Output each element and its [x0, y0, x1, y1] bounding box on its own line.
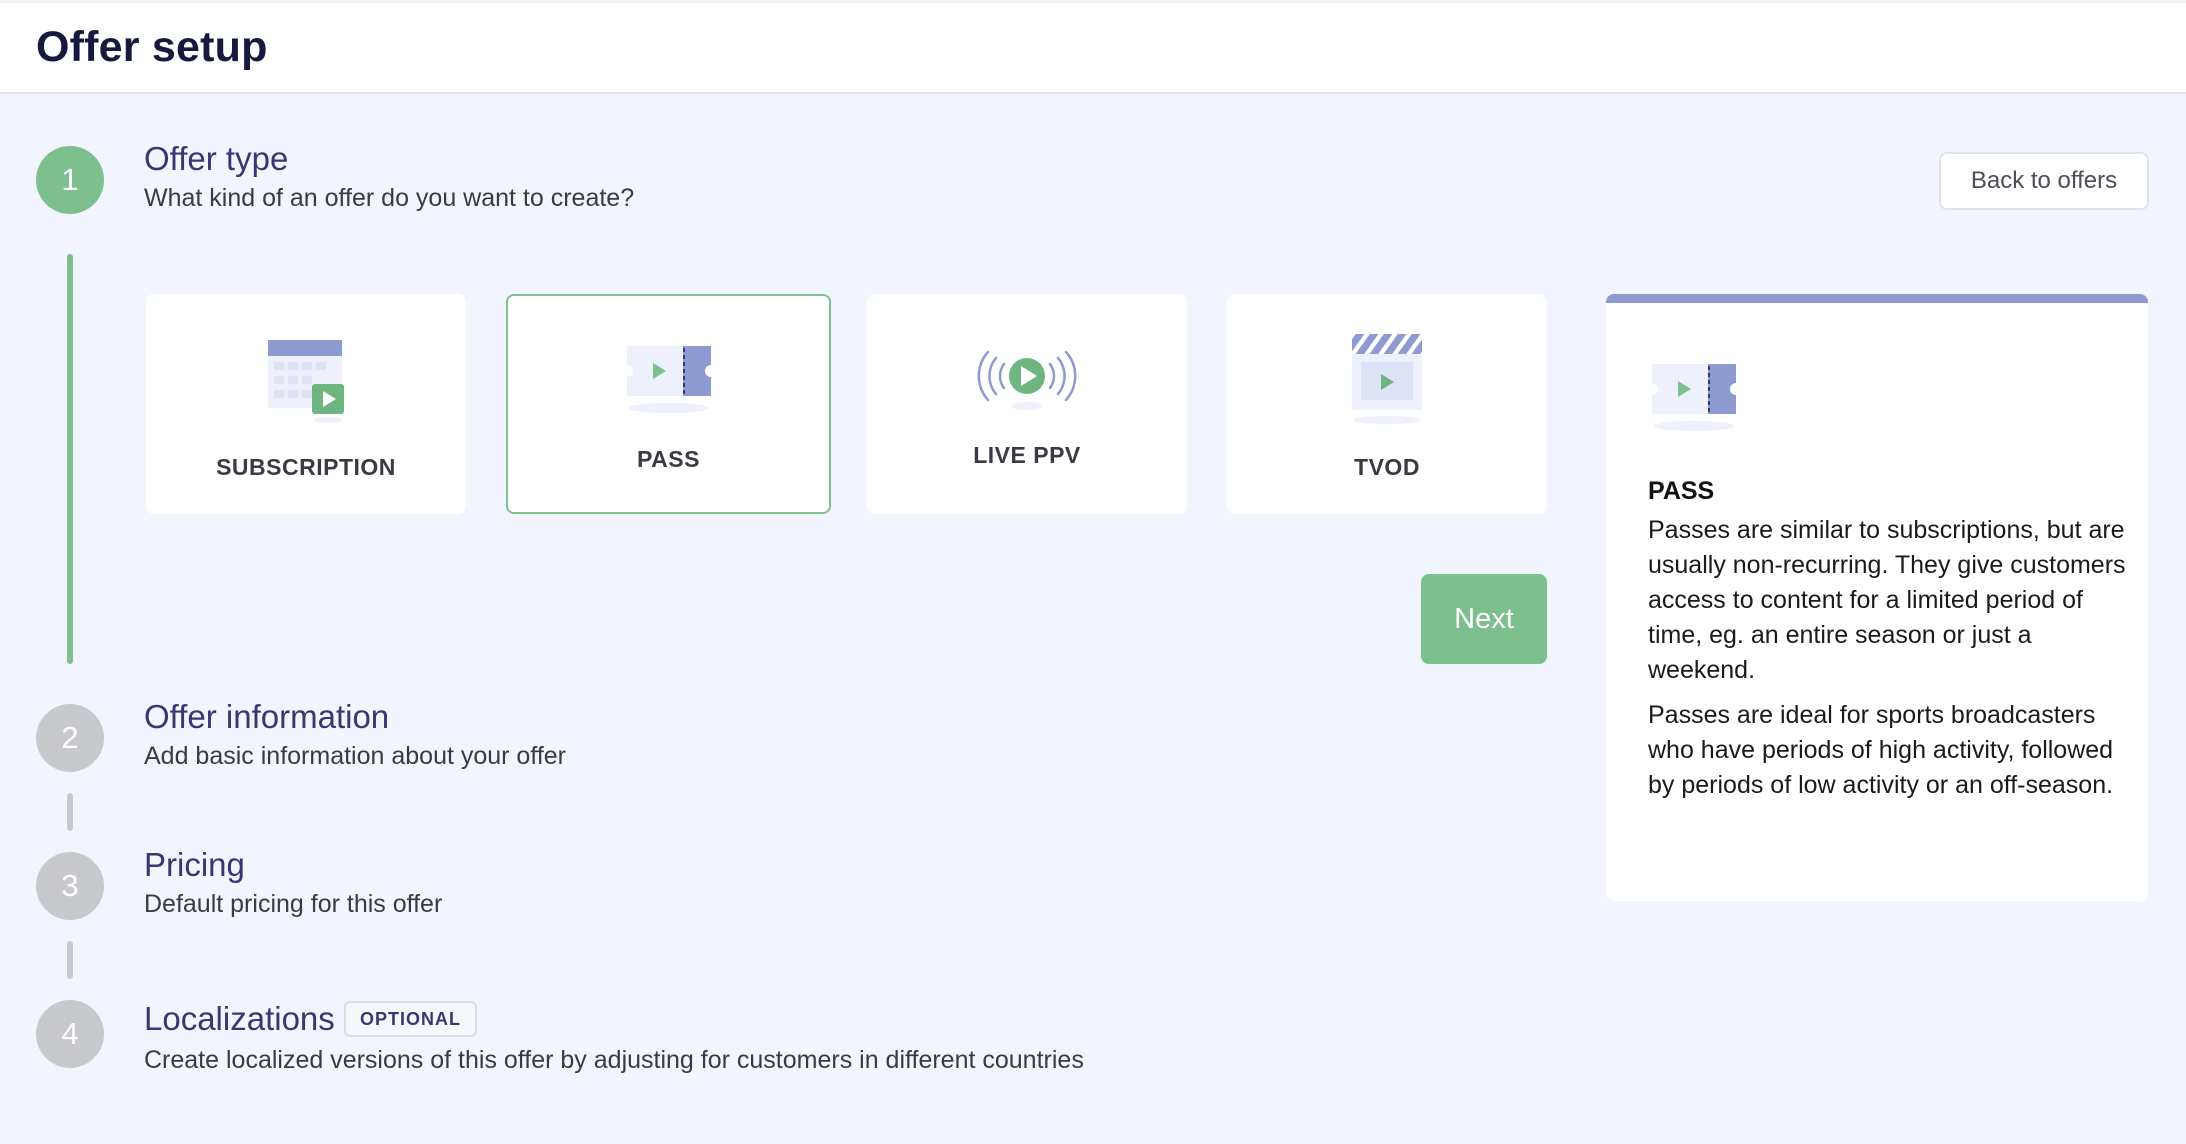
step-2-description: Add basic information about your offer: [144, 742, 567, 770]
offer-type-card-subscription[interactable]: SUBSCRIPTION: [146, 294, 466, 514]
ticket-icon: [1652, 364, 1736, 431]
info-panel-accent: [1606, 294, 2148, 303]
offer-type-info-panel: PASS Passes are similar to subscriptions…: [1606, 294, 2148, 901]
ticket-icon: [626, 346, 711, 413]
offer-type-label: TVOD: [1354, 454, 1420, 480]
step-1-progress-rail: [67, 254, 73, 664]
step-2-indicator: 2: [36, 704, 104, 772]
step-3-indicator: 3: [36, 852, 104, 920]
top-bar: Offer setup: [0, 0, 2186, 94]
step-1-title: Offer type: [144, 140, 289, 177]
optional-badge: OPTIONAL: [344, 1001, 477, 1037]
next-button[interactable]: Next: [1421, 574, 1547, 664]
info-panel-paragraph: Passes are similar to subscriptions, but…: [1648, 516, 2126, 684]
step-connector: [67, 941, 73, 979]
live-broadcast-icon: [977, 350, 1077, 410]
page-title: Offer setup: [36, 23, 268, 71]
step-4-indicator: 4: [36, 1000, 104, 1068]
info-panel-title: PASS: [1648, 477, 1715, 505]
offer-type-card-pass[interactable]: PASS: [506, 294, 831, 514]
offer-type-label: LIVE PPV: [973, 442, 1081, 468]
offer-type-label: SUBSCRIPTION: [216, 454, 396, 480]
back-to-offers-button[interactable]: Back to offers: [1939, 152, 2149, 210]
calendar-play-icon: [268, 340, 344, 423]
step-connector: [67, 793, 73, 831]
step-4-title: Localizations: [144, 1000, 335, 1037]
offer-type-card-live-ppv[interactable]: LIVE PPV: [867, 294, 1187, 514]
step-2-title: Offer information: [144, 698, 390, 735]
step-3-description: Default pricing for this offer: [144, 890, 443, 918]
step-3-title: Pricing: [144, 846, 245, 883]
offer-type-label: PASS: [637, 446, 700, 472]
step-1-description: What kind of an offer do you want to cre…: [144, 184, 635, 212]
offer-type-card-tvod[interactable]: TVOD: [1227, 294, 1547, 514]
info-panel-paragraph: Passes are ideal for sports broadcasters…: [1648, 701, 2114, 799]
step-4-description: Create localized versions of this offer …: [144, 1046, 1084, 1074]
clapperboard-icon: [1352, 334, 1422, 424]
step-1-indicator: 1: [36, 146, 104, 214]
